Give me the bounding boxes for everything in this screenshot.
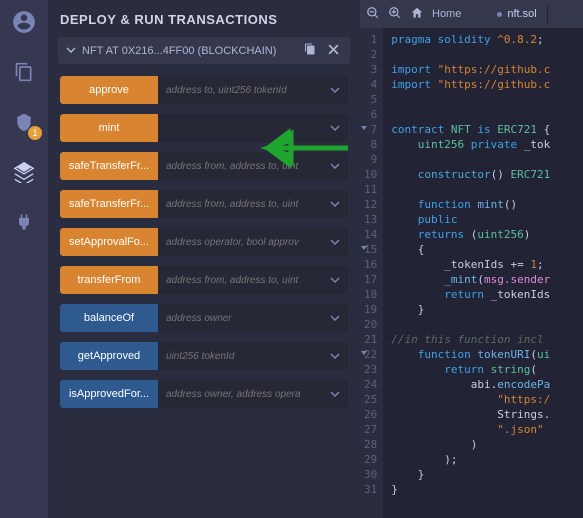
left-iconbar: 1 [0, 0, 48, 518]
function-row: transferFrom [60, 266, 348, 294]
expand-icon[interactable] [322, 380, 348, 408]
chevron-down-icon[interactable] [66, 44, 76, 58]
contract-instance-bar: NFT AT 0X216...4FF00 (BLOCKCHAIN) [58, 37, 350, 64]
function-row: safeTransferFr... [60, 152, 348, 180]
code-area[interactable]: 1234567891011121314151617181920212223242… [360, 28, 583, 518]
function-button[interactable]: transferFrom [60, 266, 158, 294]
logo-icon[interactable] [10, 8, 38, 36]
function-args-input[interactable] [158, 304, 322, 332]
contract-address-label: NFT AT 0X216...4FF00 (BLOCKCHAIN) [82, 45, 295, 57]
compile-badge: 1 [28, 126, 42, 140]
function-row: approve [60, 76, 348, 104]
zoom-in-icon[interactable] [388, 6, 402, 23]
function-button[interactable]: balanceOf [60, 304, 158, 332]
function-button[interactable]: mint [60, 114, 158, 142]
tab-label: nft.sol [507, 8, 536, 20]
copy-icon[interactable] [301, 43, 319, 58]
plugin-icon[interactable] [10, 208, 38, 236]
editor-toolbar: Home nft.sol [360, 0, 583, 28]
function-args-input[interactable] [158, 342, 322, 370]
function-row: mint [60, 114, 348, 142]
zoom-out-icon[interactable] [366, 6, 380, 23]
function-button[interactable]: setApprovalFo... [60, 228, 158, 256]
expand-icon[interactable] [322, 114, 348, 142]
code-content[interactable]: pragma solidity ^0.8.2;import "https://g… [383, 28, 550, 518]
expand-icon[interactable] [322, 152, 348, 180]
function-row: balanceOf [60, 304, 348, 332]
expand-icon[interactable] [322, 190, 348, 218]
function-button[interactable]: getApproved [60, 342, 158, 370]
panel-title: DEPLOY & RUN TRANSACTIONS [58, 8, 350, 37]
expand-icon[interactable] [322, 76, 348, 104]
function-args-input[interactable] [158, 228, 322, 256]
tab-dot-icon [497, 12, 502, 17]
function-args-input[interactable] [158, 114, 322, 142]
function-list: approve mint safeTransferFr... safeTransfer… [58, 76, 350, 408]
function-row: safeTransferFr... [60, 190, 348, 218]
function-button[interactable]: safeTransferFr... [60, 190, 158, 218]
editor-tab[interactable]: nft.sol [487, 4, 547, 24]
line-gutter: 1234567891011121314151617181920212223242… [360, 28, 383, 518]
expand-icon[interactable] [322, 304, 348, 332]
files-icon[interactable] [10, 58, 38, 86]
expand-icon[interactable] [322, 266, 348, 294]
function-row: isApprovedFor... [60, 380, 348, 408]
function-args-input[interactable] [158, 152, 322, 180]
close-icon[interactable] [325, 44, 342, 58]
function-row: setApprovalFo... [60, 228, 348, 256]
deploy-panel: DEPLOY & RUN TRANSACTIONS NFT AT 0X216..… [48, 0, 360, 518]
function-button[interactable]: safeTransferFr... [60, 152, 158, 180]
deploy-icon[interactable] [10, 158, 38, 186]
function-button[interactable]: approve [60, 76, 158, 104]
compile-icon[interactable]: 1 [10, 108, 38, 136]
expand-icon[interactable] [322, 342, 348, 370]
function-args-input[interactable] [158, 190, 322, 218]
function-args-input[interactable] [158, 380, 322, 408]
home-icon[interactable] [410, 6, 424, 23]
function-row: getApproved [60, 342, 348, 370]
function-args-input[interactable] [158, 266, 322, 294]
function-button[interactable]: isApprovedFor... [60, 380, 158, 408]
expand-icon[interactable] [322, 228, 348, 256]
code-editor: Home nft.sol 123456789101112131415161718… [360, 0, 583, 518]
function-args-input[interactable] [158, 76, 322, 104]
home-label[interactable]: Home [432, 8, 461, 20]
